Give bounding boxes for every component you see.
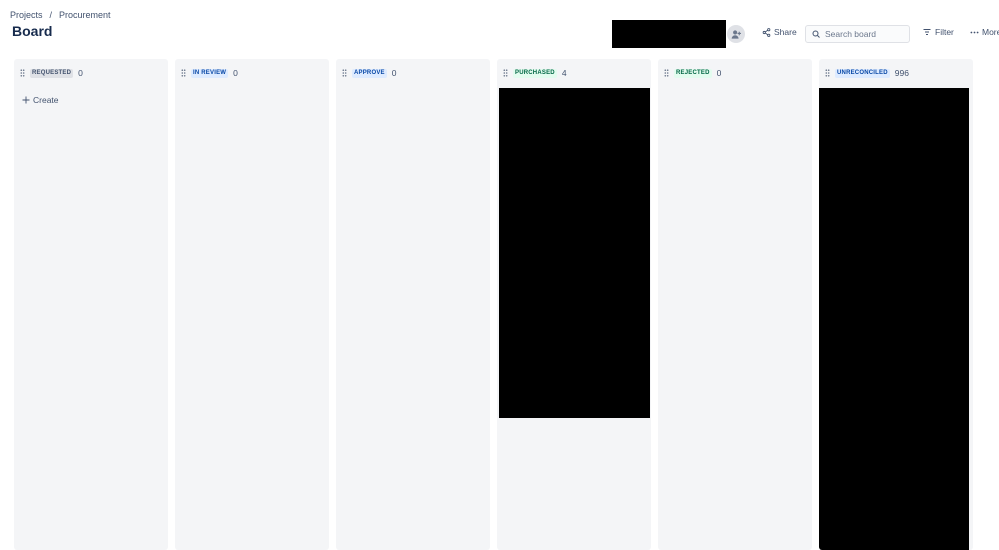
column-header: UNRECONCILED 996 xyxy=(825,68,909,78)
share-icon xyxy=(762,27,771,37)
column-status-lozenge: UNRECONCILED xyxy=(835,68,890,78)
column-count: 0 xyxy=(391,68,397,78)
drag-handle-icon[interactable] xyxy=(181,69,186,77)
column-status-lozenge: PURCHASED xyxy=(513,68,557,78)
drag-handle-icon[interactable] xyxy=(342,69,347,77)
column-status-lozenge: REQUESTED xyxy=(30,68,74,78)
add-people-icon xyxy=(731,29,741,39)
redacted-block-cards xyxy=(499,88,650,418)
column-header: APPROVE 0 xyxy=(342,68,396,78)
column-in-review[interactable]: IN REVIEW 0 xyxy=(175,59,329,550)
plus-icon xyxy=(22,96,30,104)
column-header: PURCHASED 4 xyxy=(503,68,567,78)
breadcrumb-separator: / xyxy=(49,10,53,20)
column-approve[interactable]: APPROVE 0 xyxy=(336,59,490,550)
column-header: REQUESTED 0 xyxy=(20,68,83,78)
filter-icon xyxy=(923,29,931,35)
column-requested[interactable]: REQUESTED 0 Create xyxy=(14,59,168,550)
drag-handle-icon[interactable] xyxy=(825,69,830,77)
column-header: REJECTED 0 xyxy=(664,68,721,78)
more-icon xyxy=(970,31,979,33)
more-label: More xyxy=(982,27,999,37)
page-title: Board xyxy=(12,23,53,39)
column-count: 0 xyxy=(233,68,238,78)
more-button[interactable]: More xyxy=(970,27,999,37)
drag-handle-icon[interactable] xyxy=(20,69,25,77)
column-status-lozenge: IN REVIEW xyxy=(191,68,229,78)
drag-handle-icon[interactable] xyxy=(664,69,669,77)
drag-handle-icon[interactable] xyxy=(503,69,508,77)
search-board-input[interactable] xyxy=(825,29,905,39)
share-label: Share xyxy=(774,27,797,37)
column-rejected[interactable]: REJECTED 0 xyxy=(658,59,812,550)
column-unreconciled[interactable]: UNRECONCILED 996 xyxy=(819,59,973,550)
column-count: 0 xyxy=(78,68,83,78)
breadcrumb-procurement[interactable]: Procurement xyxy=(59,10,111,20)
column-count: 4 xyxy=(561,68,567,78)
column-count: 0 xyxy=(716,68,722,78)
search-board-box[interactable] xyxy=(805,25,910,43)
create-label: Create xyxy=(33,95,59,105)
redacted-block-toolbar xyxy=(612,20,726,48)
filter-button[interactable]: Filter xyxy=(923,27,954,37)
create-issue-button[interactable]: Create xyxy=(22,95,59,105)
add-people-button[interactable] xyxy=(727,25,745,43)
filter-label: Filter xyxy=(935,27,954,37)
share-button[interactable]: Share xyxy=(762,27,797,37)
board-page: Projects / Procurement Board Share Searc… xyxy=(0,0,999,550)
column-purchased[interactable]: PURCHASED 4 xyxy=(497,59,651,550)
column-count: 996 xyxy=(894,68,909,78)
column-status-lozenge: APPROVE xyxy=(352,68,387,78)
redacted-block-cards xyxy=(819,88,969,550)
column-status-lozenge: REJECTED xyxy=(674,68,712,78)
breadcrumb-projects[interactable]: Projects xyxy=(10,10,43,20)
column-header: IN REVIEW 0 xyxy=(181,68,238,78)
breadcrumb: Projects / Procurement xyxy=(10,10,111,20)
search-icon xyxy=(812,30,820,38)
